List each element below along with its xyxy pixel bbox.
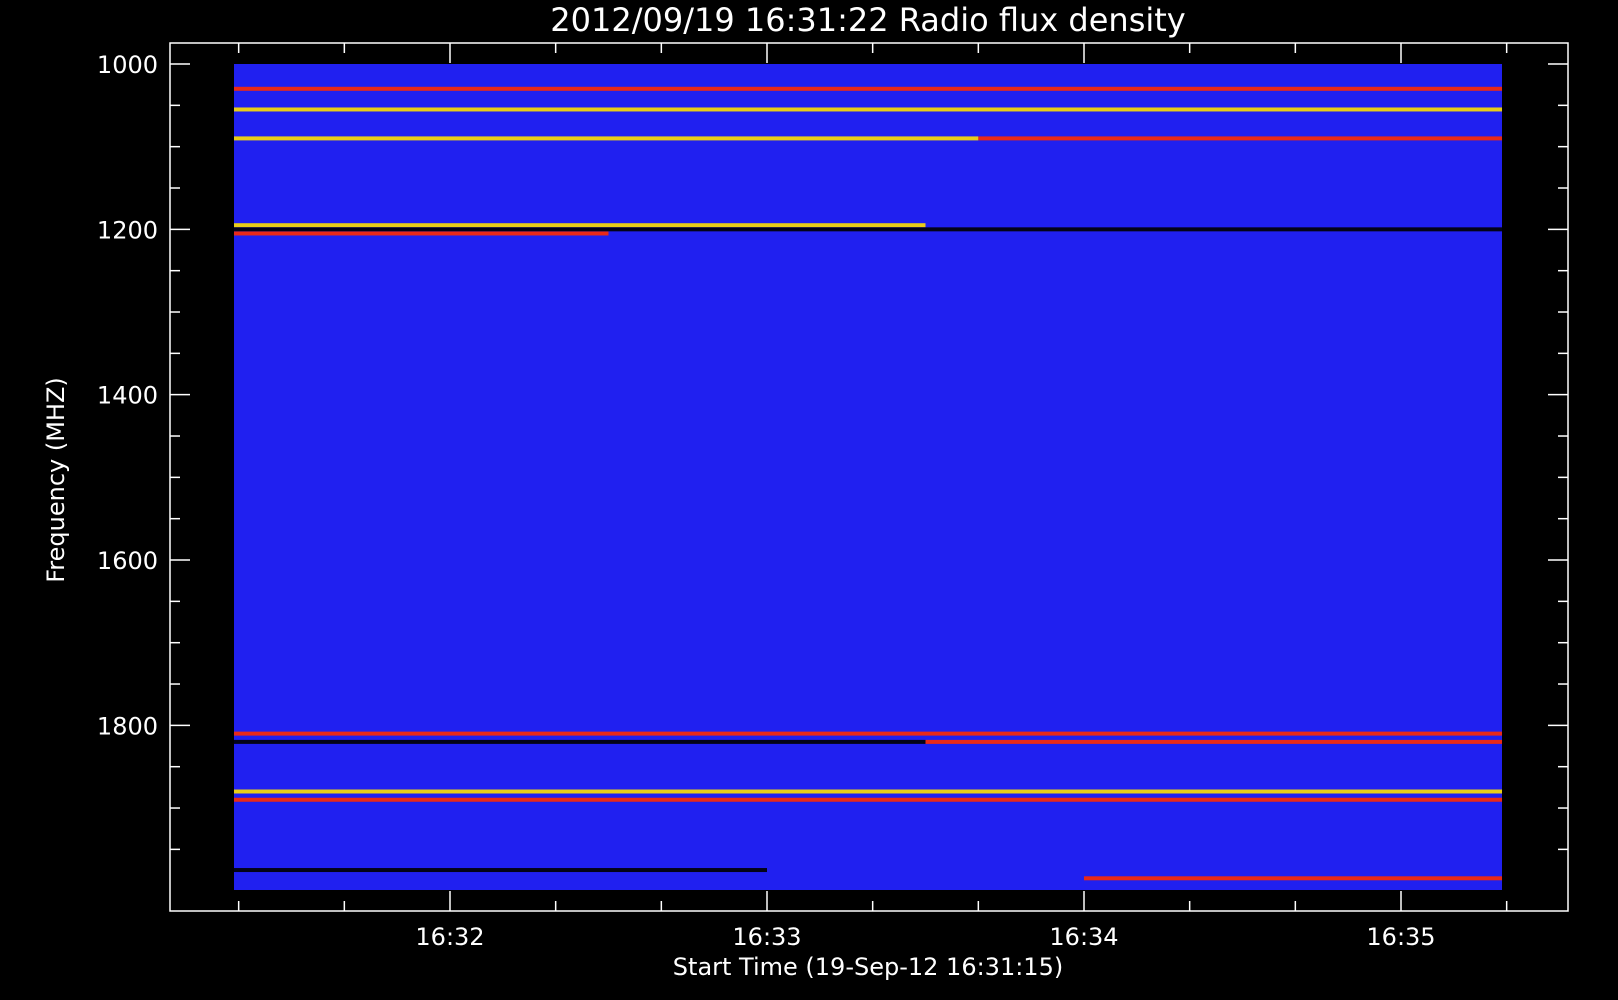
emission-band: [925, 739, 1502, 744]
emission-band: [234, 223, 926, 228]
x-tick-label: 16:32: [415, 923, 484, 951]
emission-band: [234, 227, 1502, 232]
emission-band: [234, 86, 1502, 91]
emission-band: [234, 868, 767, 873]
y-axis-label: Frequency (MHZ): [42, 377, 70, 583]
y-tick-label: 1200: [97, 216, 158, 244]
y-tick-label: 1800: [97, 712, 158, 740]
y-tick-label: 1600: [97, 547, 158, 575]
x-axis-label: Start Time (19-Sep-12 16:31:15): [673, 953, 1063, 981]
y-tick-label: 1000: [97, 51, 158, 79]
x-tick-label: 16:33: [732, 923, 801, 951]
emission-band: [1084, 876, 1502, 881]
emission-band: [978, 136, 1502, 141]
plot-area: [234, 64, 1502, 890]
emission-band: [234, 797, 1502, 802]
heatmap-background: [234, 64, 1502, 890]
emission-band: [234, 231, 609, 236]
emission-band: [234, 739, 926, 744]
emission-band: [234, 789, 1502, 794]
x-tick-label: 16:34: [1049, 923, 1118, 951]
spectrogram-chart: 2012/09/19 16:31:22 Radio flux density 1…: [0, 0, 1618, 1000]
emission-band: [234, 731, 1502, 736]
emission-band: [234, 136, 979, 141]
chart-title: 2012/09/19 16:31:22 Radio flux density: [550, 1, 1185, 39]
y-tick-label: 1400: [97, 382, 158, 410]
emission-band: [234, 107, 1502, 112]
x-tick-label: 16:35: [1366, 923, 1435, 951]
